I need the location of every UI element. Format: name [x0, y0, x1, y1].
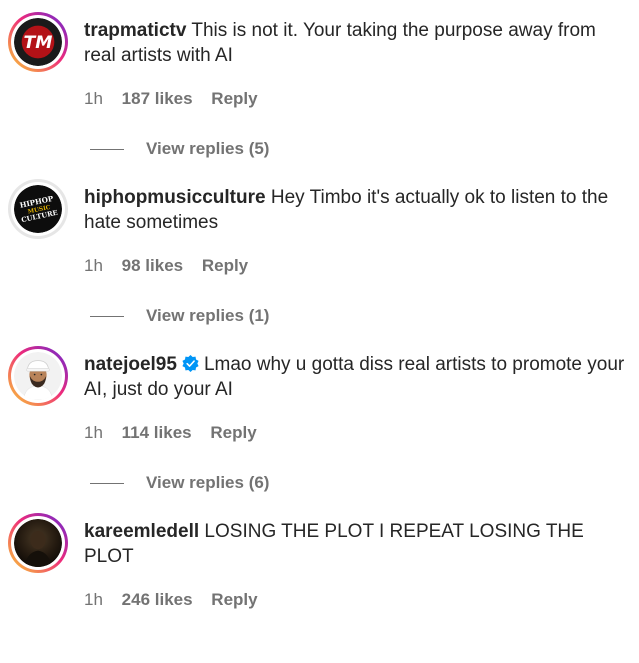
divider-line: [90, 482, 124, 484]
avatar[interactable]: TM: [8, 12, 68, 72]
view-replies-button[interactable]: View replies (1): [90, 305, 269, 327]
comment-likes[interactable]: 246 likes: [122, 590, 193, 609]
comment-likes[interactable]: 114 likes: [122, 423, 192, 442]
person-with-cap-avatar-icon: [14, 352, 62, 400]
avatar[interactable]: [8, 346, 68, 406]
comment-body: hiphopmusicculture Hey Timbo it's actual…: [84, 185, 632, 235]
comment-username[interactable]: hiphopmusicculture: [84, 187, 266, 208]
reply-button[interactable]: Reply: [202, 256, 248, 275]
view-replies-label: View replies (5): [146, 139, 270, 158]
divider-line: [90, 148, 124, 150]
reply-button[interactable]: Reply: [210, 423, 256, 442]
avatar[interactable]: HIPHOP MUSIC CULTURE: [8, 179, 68, 239]
hiphop-music-culture-logo-icon: HIPHOP MUSIC CULTURE: [14, 185, 62, 233]
reply-button[interactable]: Reply: [211, 590, 257, 609]
view-replies-label: View replies (6): [146, 473, 270, 492]
comment-item: natejoel95 Lmao why u gotta diss real art…: [0, 346, 639, 496]
view-replies-button[interactable]: View replies (6): [90, 472, 269, 494]
comment-time: 1h: [84, 89, 103, 108]
comment-body: kareemledell LOSING THE PLOT I REPEAT LO…: [84, 519, 632, 569]
comment-meta: 1h 114 likes Reply: [84, 422, 271, 444]
comment-body: natejoel95 Lmao why u gotta diss real art…: [84, 352, 632, 402]
comment-time: 1h: [84, 590, 103, 609]
comment-username[interactable]: kareemledell: [84, 521, 199, 542]
comment-meta: 1h 98 likes Reply: [84, 255, 262, 277]
comment-item: kareemledell LOSING THE PLOT I REPEAT LO…: [0, 513, 639, 663]
comment-likes[interactable]: 98 likes: [122, 256, 183, 275]
comment-likes[interactable]: 187 likes: [122, 89, 193, 108]
avatar-logo-text: TM: [24, 33, 53, 53]
comment-username[interactable]: trapmatictv: [84, 20, 186, 41]
divider-line: [90, 315, 124, 317]
view-replies-button[interactable]: View replies (5): [90, 138, 269, 160]
comment-item: HIPHOP MUSIC CULTURE hiphopmusicculture …: [0, 179, 639, 329]
comment-username[interactable]: natejoel95: [84, 354, 177, 375]
comment-meta: 1h 187 likes Reply: [84, 88, 272, 110]
comment-time: 1h: [84, 256, 103, 275]
trapmatic-tm-logo-icon: TM: [14, 18, 62, 66]
reply-button[interactable]: Reply: [211, 89, 257, 108]
comment-item: TM trapmatictv This is not it. Your taki…: [0, 12, 639, 162]
person-dark-photo-avatar-icon: [14, 519, 62, 567]
view-replies-label: View replies (1): [146, 306, 270, 325]
comment-body: trapmatictv This is not it. Your taking …: [84, 18, 632, 68]
avatar[interactable]: [8, 513, 68, 573]
comment-time: 1h: [84, 423, 103, 442]
comment-meta: 1h 246 likes Reply: [84, 589, 272, 611]
verified-badge-icon: [182, 354, 199, 373]
